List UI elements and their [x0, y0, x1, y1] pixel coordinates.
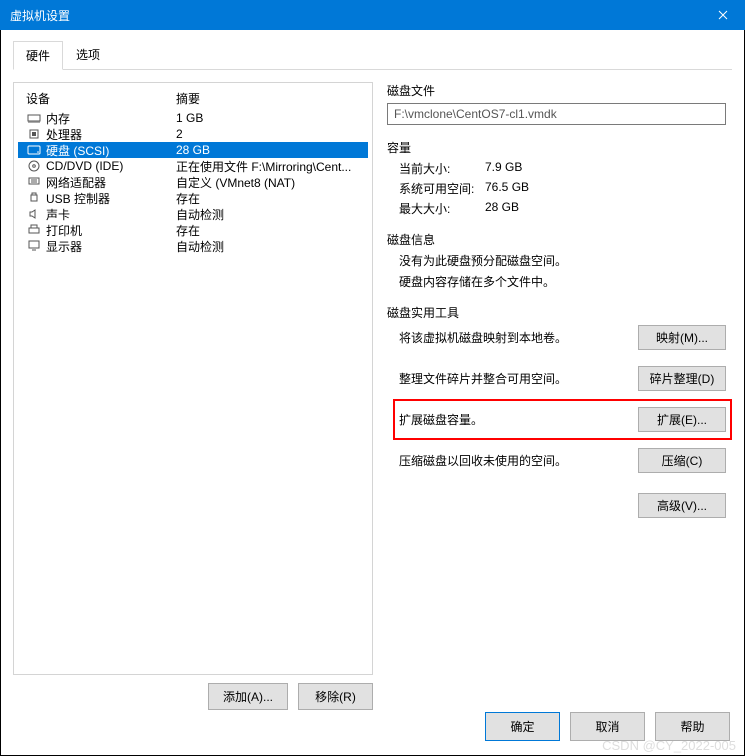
disk-file-section: 磁盘文件 [387, 82, 726, 125]
list-item-network[interactable]: 网络适配器 自定义 (VMnet8 (NAT) [18, 174, 368, 190]
footer-buttons: 确定 取消 帮助 [485, 712, 730, 741]
list-item-display[interactable]: 显示器 自动检测 [18, 238, 368, 254]
disk-icon [26, 143, 42, 157]
tool-expand-desc: 扩展磁盘容量。 [399, 411, 632, 428]
device-name: 处理器 [46, 126, 176, 143]
tool-defrag-row: 整理文件碎片并整合可用空间。 碎片整理(D) [399, 366, 726, 391]
tab-body: 设备 摘要 内存 1 GB 处理器 2 硬盘 (SCSI) 28 GB [13, 70, 732, 710]
advanced-button[interactable]: 高级(V)... [638, 493, 726, 518]
tool-compact-desc: 压缩磁盘以回收未使用的空间。 [399, 452, 632, 469]
device-name: 内存 [46, 110, 176, 127]
cpu-icon [26, 127, 42, 141]
device-summary: 自动检测 [176, 238, 360, 255]
disc-icon [26, 159, 42, 173]
device-name: 网络适配器 [46, 174, 176, 191]
device-name: 打印机 [46, 222, 176, 239]
list-item-disk[interactable]: 硬盘 (SCSI) 28 GB [18, 142, 368, 158]
capacity-title: 容量 [387, 139, 726, 156]
device-name: 声卡 [46, 206, 176, 223]
list-item-sound[interactable]: 声卡 自动检测 [18, 206, 368, 222]
tools-title: 磁盘实用工具 [387, 304, 726, 321]
capacity-max-label: 最大大小: [399, 200, 485, 217]
disk-file-title: 磁盘文件 [387, 82, 726, 99]
titlebar: 虚拟机设置 [0, 0, 745, 30]
monitor-icon [26, 239, 42, 253]
list-item-cddvd[interactable]: CD/DVD (IDE) 正在使用文件 F:\Mirroring\Cent... [18, 158, 368, 174]
tab-hardware[interactable]: 硬件 [13, 41, 63, 70]
tools-section: 磁盘实用工具 将该虚拟机磁盘映射到本地卷。 映射(M)... 整理文件碎片并整合… [387, 304, 726, 518]
tool-expand-row: 扩展磁盘容量。 扩展(E)... [399, 407, 726, 432]
device-name: USB 控制器 [46, 190, 176, 207]
capacity-free-value: 76.5 GB [485, 180, 529, 197]
tool-map-row: 将该虚拟机磁盘映射到本地卷。 映射(M)... [399, 325, 726, 350]
tool-map-desc: 将该虚拟机磁盘映射到本地卷。 [399, 329, 632, 346]
capacity-max-value: 28 GB [485, 200, 519, 217]
list-header: 设备 摘要 [18, 87, 368, 110]
device-summary: 正在使用文件 F:\Mirroring\Cent... [176, 158, 360, 175]
remove-button[interactable]: 移除(R) [298, 683, 373, 710]
capacity-free: 系统可用空间: 76.5 GB [399, 180, 726, 197]
column-device: 设备 [26, 90, 176, 107]
cancel-button[interactable]: 取消 [570, 712, 645, 741]
device-summary: 存在 [176, 222, 360, 239]
device-name: CD/DVD (IDE) [46, 159, 176, 173]
device-summary: 自定义 (VMnet8 (NAT) [176, 174, 360, 191]
list-item-printer[interactable]: 打印机 存在 [18, 222, 368, 238]
map-button[interactable]: 映射(M)... [638, 325, 726, 350]
help-button[interactable]: 帮助 [655, 712, 730, 741]
memory-icon [26, 111, 42, 125]
list-item-cpu[interactable]: 处理器 2 [18, 126, 368, 142]
add-button[interactable]: 添加(A)... [208, 683, 288, 710]
device-summary: 28 GB [176, 143, 360, 157]
column-summary: 摘要 [176, 90, 360, 107]
capacity-current: 当前大小: 7.9 GB [399, 160, 726, 177]
tool-defrag-desc: 整理文件碎片并整合可用空间。 [399, 370, 632, 387]
disk-info-line1: 没有为此硬盘预分配磁盘空间。 [399, 252, 726, 269]
expand-button[interactable]: 扩展(E)... [638, 407, 726, 432]
left-button-row: 添加(A)... 移除(R) [13, 683, 373, 710]
device-name: 硬盘 (SCSI) [46, 142, 176, 159]
tab-options[interactable]: 选项 [63, 40, 113, 69]
device-summary: 存在 [176, 190, 360, 207]
dialog-content: 硬件 选项 设备 摘要 内存 1 GB 处理器 2 [0, 30, 745, 756]
device-summary: 1 GB [176, 111, 360, 125]
device-list: 设备 摘要 内存 1 GB 处理器 2 硬盘 (SCSI) 28 GB [13, 82, 373, 675]
close-icon [718, 10, 728, 20]
capacity-current-value: 7.9 GB [485, 160, 522, 177]
defrag-button[interactable]: 碎片整理(D) [638, 366, 726, 391]
network-icon [26, 175, 42, 189]
device-summary: 自动检测 [176, 206, 360, 223]
advanced-row: 高级(V)... [399, 493, 726, 518]
tool-compact-row: 压缩磁盘以回收未使用的空间。 压缩(C) [399, 448, 726, 473]
left-panel: 设备 摘要 内存 1 GB 处理器 2 硬盘 (SCSI) 28 GB [13, 82, 373, 710]
expand-highlight: 扩展磁盘容量。 扩展(E)... [393, 399, 732, 440]
printer-icon [26, 223, 42, 237]
list-item-memory[interactable]: 内存 1 GB [18, 110, 368, 126]
close-button[interactable] [700, 0, 745, 30]
disk-info-line2: 硬盘内容存储在多个文件中。 [399, 273, 726, 290]
capacity-free-label: 系统可用空间: [399, 180, 485, 197]
disk-path-field[interactable] [387, 103, 726, 125]
device-summary: 2 [176, 127, 360, 141]
usb-icon [26, 191, 42, 205]
capacity-section: 容量 当前大小: 7.9 GB 系统可用空间: 76.5 GB 最大大小: 28… [387, 139, 726, 217]
capacity-max: 最大大小: 28 GB [399, 200, 726, 217]
compact-button[interactable]: 压缩(C) [638, 448, 726, 473]
watermark: CSDN @CY_2022-005 [602, 738, 736, 753]
ok-button[interactable]: 确定 [485, 712, 560, 741]
list-item-usb[interactable]: USB 控制器 存在 [18, 190, 368, 206]
disk-info-section: 磁盘信息 没有为此硬盘预分配磁盘空间。 硬盘内容存储在多个文件中。 [387, 231, 726, 290]
speaker-icon [26, 207, 42, 221]
tab-strip: 硬件 选项 [13, 40, 732, 70]
right-panel: 磁盘文件 容量 当前大小: 7.9 GB 系统可用空间: 76.5 GB 最大大… [381, 82, 732, 710]
window-title: 虚拟机设置 [10, 7, 700, 24]
device-name: 显示器 [46, 238, 176, 255]
capacity-current-label: 当前大小: [399, 160, 485, 177]
disk-info-title: 磁盘信息 [387, 231, 726, 248]
